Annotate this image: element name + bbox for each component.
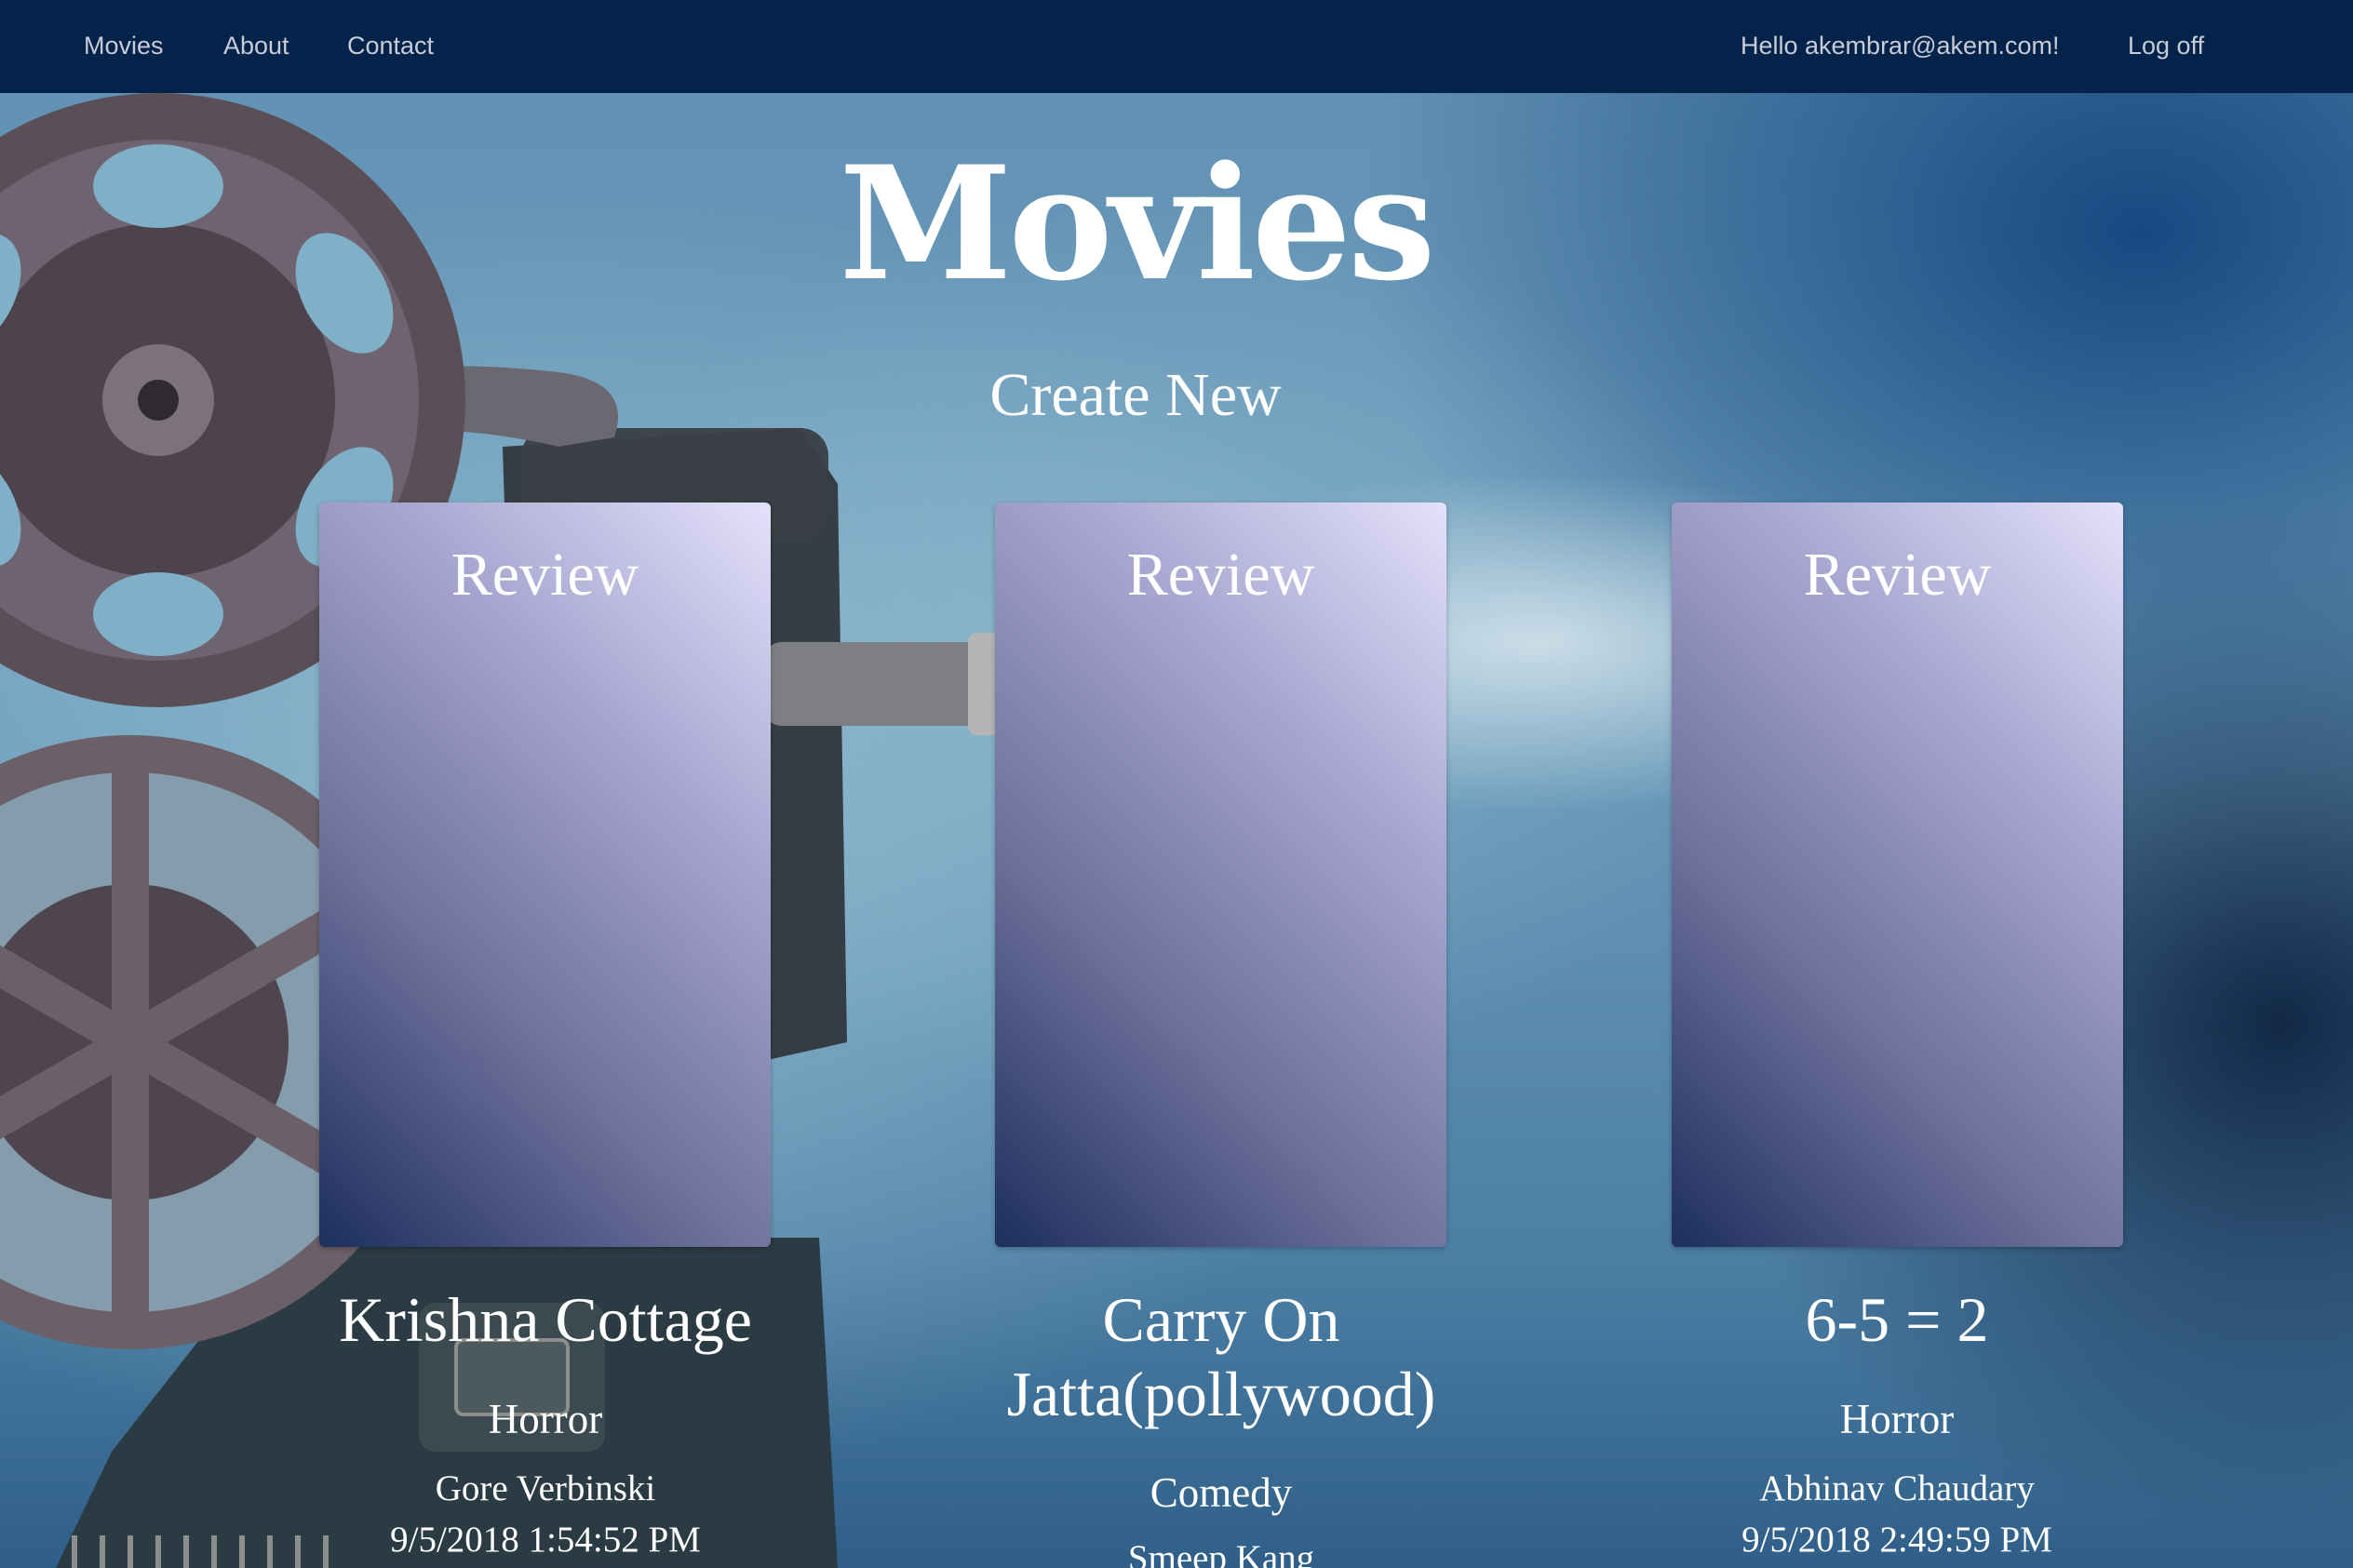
movie-genre: Comedy xyxy=(1150,1469,1293,1516)
movie-poster-card[interactable]: Review xyxy=(995,503,1446,1247)
movie-title: Carry On Jatta(pollywood) xyxy=(1006,1284,1436,1429)
movie-director: Gore Verbinski xyxy=(435,1468,656,1508)
nav-link-movies[interactable]: Movies xyxy=(84,30,164,61)
top-navbar: Movies About Contact Hello akembrar@akem… xyxy=(0,0,2353,93)
user-greeting-link[interactable]: Hello akembrar@akem.com! xyxy=(1741,30,2060,61)
movie-poster-card[interactable]: Review xyxy=(1672,503,2123,1247)
create-new-link[interactable]: Create New xyxy=(0,355,2271,436)
movie-date: 9/5/2018 1:54:52 PM xyxy=(390,1520,701,1560)
nav-link-about[interactable]: About xyxy=(223,30,289,61)
movie-title: Krishna Cottage xyxy=(339,1284,752,1355)
movie-title: 6-5 = 2 xyxy=(1805,1284,1989,1355)
movie-genre: Horror xyxy=(1839,1396,1955,1442)
movie-director: Smeep Kang xyxy=(1127,1538,1315,1568)
movie-date: 9/5/2018 2:49:59 PM xyxy=(1741,1520,2052,1560)
movie-poster-card[interactable]: Review xyxy=(319,503,771,1247)
review-link[interactable]: Review xyxy=(319,538,771,612)
nav-link-contact[interactable]: Contact xyxy=(347,30,434,61)
page-title: Movies xyxy=(839,131,1436,315)
movie-genre: Horror xyxy=(488,1396,603,1442)
review-link[interactable]: Review xyxy=(1672,538,2123,612)
log-off-link[interactable]: Log off xyxy=(2128,30,2204,61)
movie-director: Abhinav Chaudary xyxy=(1759,1468,2035,1508)
review-link[interactable]: Review xyxy=(995,538,1446,612)
